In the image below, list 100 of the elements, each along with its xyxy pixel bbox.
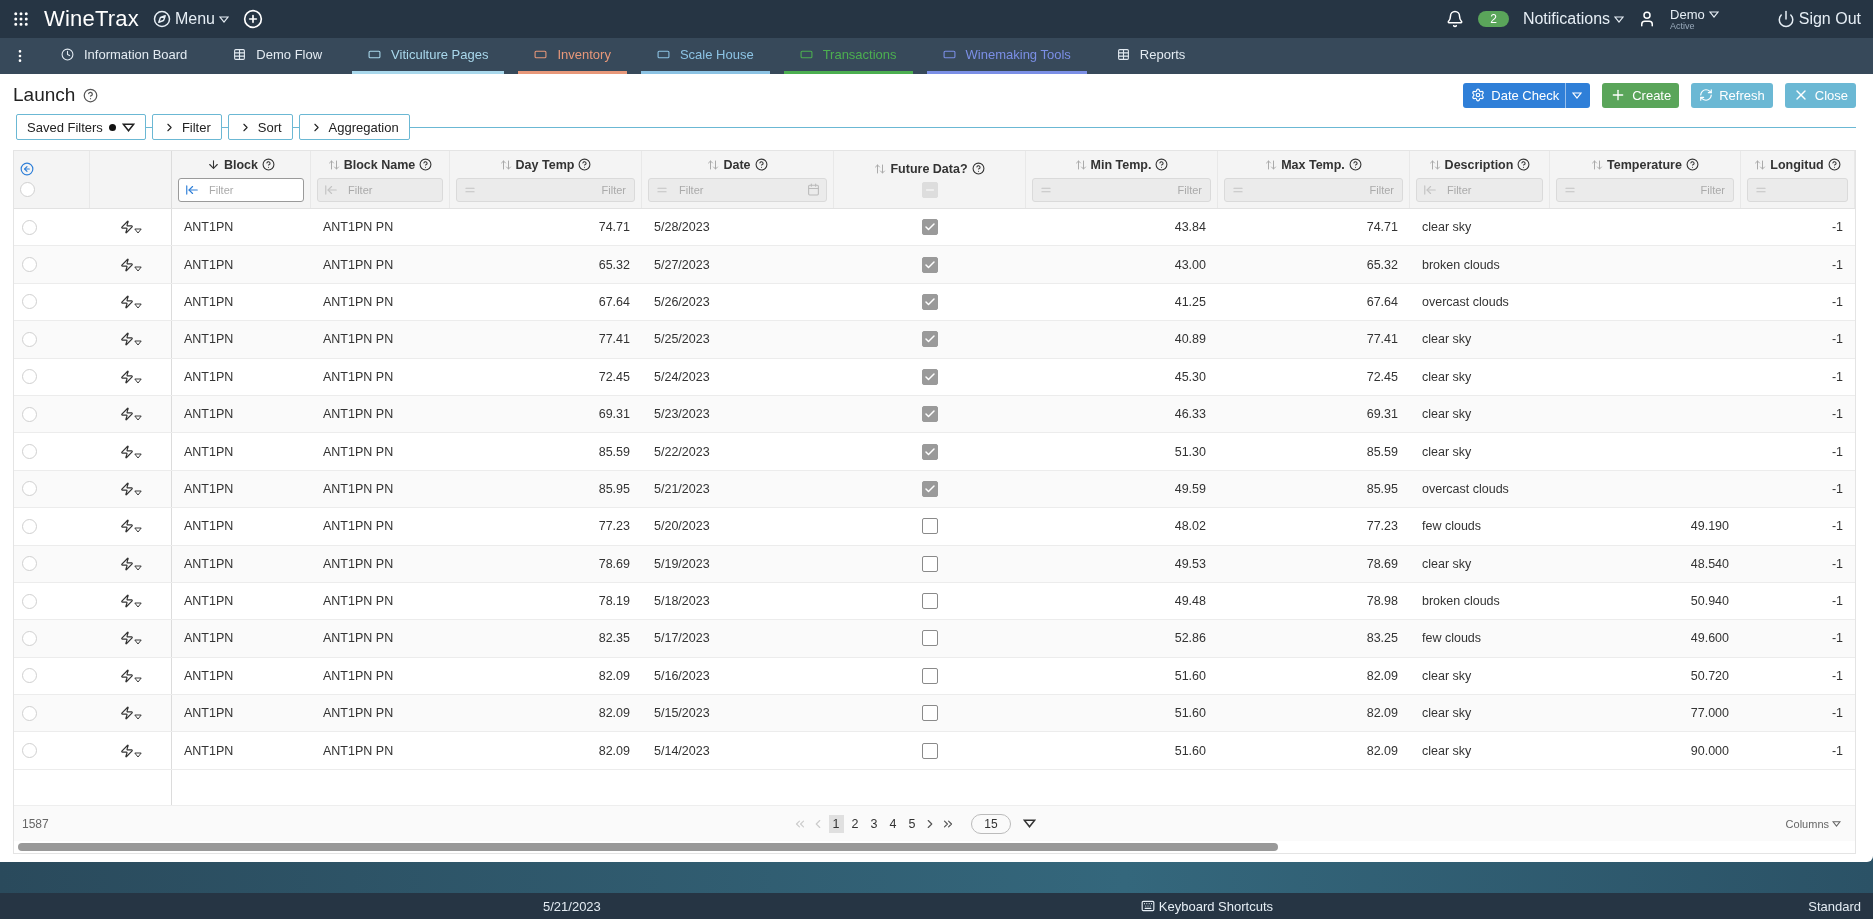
- help-icon[interactable]: [754, 158, 768, 171]
- lightning-menu-icon[interactable]: [119, 706, 142, 721]
- filter-field[interactable]: Filter: [178, 177, 304, 202]
- filter-chain-button[interactable]: Sort: [227, 114, 293, 140]
- nav-tab[interactable]: Reports: [1100, 38, 1202, 74]
- sort-icon[interactable]: [1428, 158, 1441, 171]
- sign-out-button[interactable]: Sign Out: [1776, 10, 1861, 28]
- lightning-menu-icon[interactable]: [119, 220, 142, 235]
- action-button[interactable]: Date Check: [1463, 82, 1591, 108]
- add-icon[interactable]: [242, 9, 263, 29]
- sort-icon[interactable]: [1265, 158, 1278, 171]
- user-menu-button[interactable]: Demo: [1670, 7, 1719, 22]
- table-cell: ANT1PN PN: [323, 631, 394, 646]
- row-select-radio[interactable]: [22, 294, 37, 310]
- menu-button[interactable]: Menu: [152, 10, 229, 28]
- row-select-radio[interactable]: [22, 705, 37, 721]
- notifications-button[interactable]: Notifications: [1522, 10, 1625, 28]
- help-icon[interactable]: [83, 87, 99, 103]
- row-select-radio[interactable]: [22, 593, 37, 609]
- checkbox[interactable]: [922, 443, 938, 460]
- lightning-menu-icon[interactable]: [119, 369, 142, 384]
- sort-icon[interactable]: [1591, 158, 1604, 171]
- table-cell: 5/26/2023: [654, 294, 710, 309]
- scrollbar-thumb[interactable]: [18, 843, 1278, 851]
- checkbox[interactable]: [922, 742, 938, 759]
- help-icon[interactable]: [1517, 158, 1531, 171]
- row-select-radio[interactable]: [22, 481, 37, 497]
- lightning-menu-icon[interactable]: [119, 444, 142, 459]
- page-button[interactable]: 5: [904, 814, 920, 833]
- help-icon[interactable]: [419, 158, 433, 171]
- filter-chain-button[interactable]: Aggregation: [298, 114, 410, 140]
- checkbox[interactable]: [922, 219, 938, 236]
- page-button[interactable]: 4: [885, 814, 901, 833]
- checkbox[interactable]: [922, 406, 938, 423]
- help-icon[interactable]: [1685, 158, 1699, 171]
- lightning-menu-icon[interactable]: [119, 294, 142, 309]
- nav-tab[interactable]: Information Board: [45, 38, 204, 74]
- page-button[interactable]: 2: [847, 814, 863, 833]
- sort-down-icon[interactable]: [206, 158, 220, 171]
- row-select-radio[interactable]: [22, 444, 37, 460]
- page-button[interactable]: 3: [866, 814, 882, 833]
- row-select-radio[interactable]: [22, 257, 37, 273]
- sort-icon[interactable]: [707, 158, 720, 171]
- lightning-menu-icon[interactable]: [119, 594, 142, 609]
- row-select-radio[interactable]: [22, 331, 37, 347]
- row-select-radio[interactable]: [22, 668, 37, 684]
- lightning-menu-icon[interactable]: [119, 668, 142, 683]
- filter-chain-button[interactable]: Saved Filters: [16, 114, 146, 140]
- checkbox[interactable]: [922, 518, 938, 535]
- help-icon[interactable]: [1155, 158, 1169, 171]
- checkbox[interactable]: [922, 256, 938, 273]
- row-select-radio[interactable]: [22, 219, 37, 235]
- sort-icon[interactable]: [874, 162, 887, 175]
- table-cell: 85.95: [598, 481, 630, 496]
- caret-icon[interactable]: [1022, 819, 1036, 828]
- filter-input[interactable]: Filter: [207, 182, 297, 197]
- checkbox[interactable]: [922, 555, 938, 572]
- table-cell: ANT1PN: [184, 332, 234, 347]
- lightning-menu-icon[interactable]: [119, 556, 142, 571]
- columns-button[interactable]: Columns: [1779, 816, 1847, 831]
- select-all-radio[interactable]: [20, 182, 35, 197]
- checkbox[interactable]: [922, 368, 938, 385]
- keyboard-shortcuts-button[interactable]: Keyboard Shortcuts: [1140, 898, 1274, 914]
- checkbox[interactable]: [922, 293, 938, 310]
- checkbox[interactable]: [922, 667, 938, 684]
- sort-icon[interactable]: [1754, 158, 1767, 171]
- checkbox[interactable]: [922, 331, 938, 348]
- help-icon[interactable]: [578, 158, 592, 171]
- apps-grid-icon[interactable]: [12, 10, 30, 28]
- checkbox[interactable]: [922, 480, 938, 497]
- lightning-menu-icon[interactable]: [119, 743, 142, 758]
- checkbox[interactable]: [922, 593, 938, 610]
- row-select-radio[interactable]: [22, 406, 37, 422]
- sort-icon[interactable]: [1074, 158, 1087, 171]
- bell-icon[interactable]: [1446, 10, 1465, 28]
- sort-icon[interactable]: [499, 158, 512, 171]
- checkbox[interactable]: [922, 705, 938, 722]
- lightning-menu-icon[interactable]: [119, 519, 142, 534]
- help-icon[interactable]: [971, 162, 985, 175]
- lightning-menu-icon[interactable]: [119, 631, 142, 646]
- help-icon[interactable]: [1348, 158, 1362, 171]
- row-select-radio[interactable]: [22, 369, 37, 385]
- sort-icon[interactable]: [327, 158, 340, 171]
- row-select-radio[interactable]: [22, 631, 37, 646]
- column-title: Day Temp: [515, 157, 575, 172]
- lightning-menu-icon[interactable]: [119, 481, 142, 496]
- lightning-menu-icon[interactable]: [119, 332, 142, 347]
- page-button[interactable]: 1: [828, 814, 844, 833]
- lightning-menu-icon[interactable]: [119, 407, 142, 422]
- help-icon[interactable]: [1827, 158, 1841, 171]
- row-select-radio[interactable]: [22, 556, 37, 572]
- help-icon[interactable]: [262, 158, 275, 171]
- filter-chain-button[interactable]: Filter: [151, 114, 222, 140]
- lightning-menu-icon[interactable]: [119, 257, 142, 272]
- logo: WineTrax: [44, 6, 139, 32]
- nav-tab[interactable]: Demo Flow: [217, 38, 339, 74]
- checkbox[interactable]: [922, 630, 938, 647]
- table-cell: -1: [1831, 631, 1843, 646]
- row-select-radio[interactable]: [22, 518, 37, 534]
- row-select-radio[interactable]: [22, 743, 37, 759]
